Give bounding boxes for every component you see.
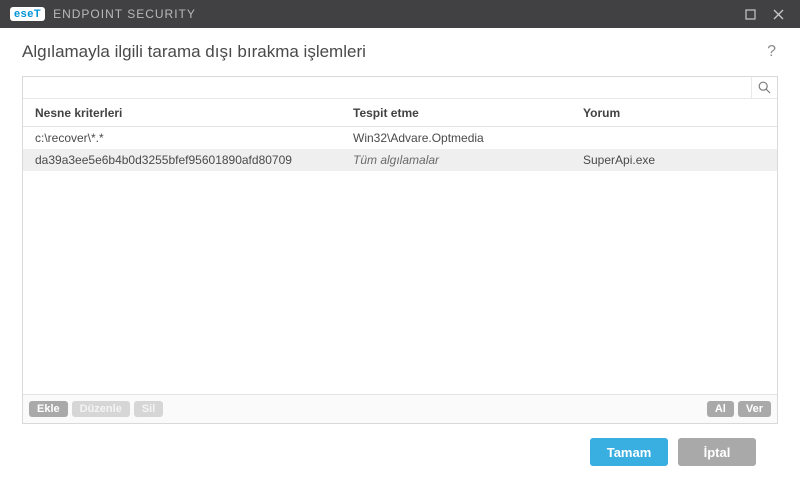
product-name: ENDPOINT SECURITY [53, 7, 196, 21]
search-row [23, 77, 777, 99]
panel-footer: Ekle Düzenle Sil Al Ver [23, 394, 777, 423]
page-title: Algılamayla ilgili tarama dışı bırakma i… [22, 42, 366, 62]
import-button[interactable]: Al [707, 401, 734, 417]
col-header-comment[interactable]: Yorum [583, 106, 777, 120]
table-row[interactable]: c:\recover\*.* Win32\Advare.Optmedia [23, 127, 777, 149]
window-close-icon[interactable] [764, 3, 792, 25]
cell-object: da39a3ee5e6b4b0d3255bfef95601890afd80709 [23, 153, 353, 167]
ok-button[interactable]: Tamam [590, 438, 668, 466]
search-input[interactable] [23, 77, 751, 98]
dialog-footer: Tamam İptal [22, 424, 778, 466]
exclusions-panel: Nesne kriterleri Tespit etme Yorum c:\re… [22, 76, 778, 424]
window-maximize-icon[interactable] [736, 3, 764, 25]
export-button[interactable]: Ver [738, 401, 771, 417]
table-row[interactable]: da39a3ee5e6b4b0d3255bfef95601890afd80709… [23, 149, 777, 171]
brand-short: eseT [10, 7, 45, 21]
help-icon[interactable]: ? [765, 43, 778, 61]
col-header-detection[interactable]: Tespit etme [353, 106, 583, 120]
cancel-button[interactable]: İptal [678, 438, 756, 466]
cell-detection: Tüm algılamalar [353, 153, 583, 167]
col-header-object[interactable]: Nesne kriterleri [23, 106, 353, 120]
titlebar: eseT ENDPOINT SECURITY [0, 0, 800, 28]
table-header: Nesne kriterleri Tespit etme Yorum [23, 99, 777, 127]
heading-row: Algılamayla ilgili tarama dışı bırakma i… [22, 42, 778, 62]
brand-logo: eseT [10, 7, 45, 21]
content: Algılamayla ilgili tarama dışı bırakma i… [0, 28, 800, 500]
cell-object: c:\recover\*.* [23, 131, 353, 145]
edit-button: Düzenle [72, 401, 130, 417]
delete-button: Sil [134, 401, 163, 417]
search-icon[interactable] [751, 77, 777, 98]
add-button[interactable]: Ekle [29, 401, 68, 417]
cell-comment: SuperApi.exe [583, 153, 777, 167]
table-body: c:\recover\*.* Win32\Advare.Optmedia da3… [23, 127, 777, 394]
cell-detection: Win32\Advare.Optmedia [353, 131, 583, 145]
